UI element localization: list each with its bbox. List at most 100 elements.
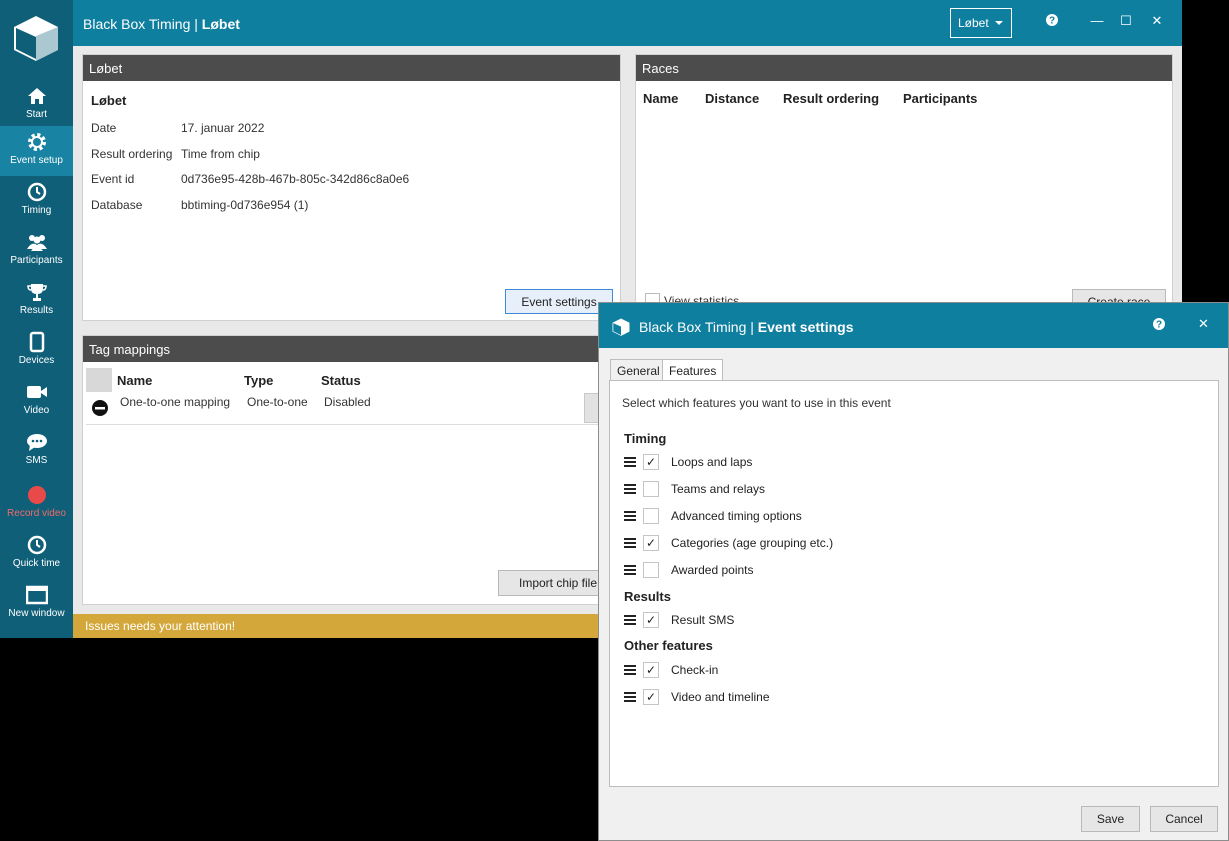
nav-timing[interactable]: Timing (0, 176, 73, 226)
users-icon (26, 235, 47, 251)
help-icon: ? (1046, 14, 1058, 27)
drag-handle-icon[interactable] (624, 615, 636, 625)
window-icon (25, 585, 48, 605)
tag-mappings-panel: Tag mappings Name Type Status One-to-one… (82, 335, 621, 605)
mapping-status: Disabled (324, 395, 371, 409)
drag-handle-icon[interactable] (624, 692, 636, 702)
drag-handle-icon[interactable] (624, 457, 636, 467)
nav-quick-time[interactable]: Quick time (0, 529, 73, 579)
section-other-features: Other features (624, 638, 713, 653)
gear-icon (27, 133, 46, 151)
column-type[interactable]: Type (244, 373, 273, 388)
result-ordering-value: Time from chip (181, 147, 260, 161)
drag-handle-icon[interactable] (624, 565, 636, 575)
nav-label: Timing (21, 205, 52, 216)
nav-new-window[interactable]: New window (0, 579, 73, 629)
help-icon: ? (1153, 318, 1165, 331)
dialog-close-button[interactable]: ✕ (1198, 316, 1209, 332)
nav-event-setup[interactable]: Event setup (0, 126, 73, 176)
drag-handle-icon[interactable] (624, 538, 636, 548)
nav-devices[interactable]: Devices (0, 326, 73, 376)
remove-icon[interactable] (91, 399, 109, 417)
drag-handle-icon[interactable] (624, 665, 636, 675)
event-select-value: Løbet (958, 16, 989, 30)
nav-label: SMS (25, 455, 48, 466)
nav-sms[interactable]: SMS (0, 426, 73, 476)
column-distance[interactable]: Distance (705, 91, 759, 106)
save-button[interactable]: Save (1081, 806, 1140, 832)
database-value: bbtiming-0d736e954 (1) (181, 198, 309, 212)
column-result-ordering[interactable]: Result ordering (783, 91, 879, 106)
feature-label: Loops and laps (671, 455, 753, 469)
window-title: Black Box Timing | Løbet (83, 16, 240, 32)
clock-icon (27, 182, 46, 202)
feature-label: Advanced timing options (671, 509, 802, 523)
date-label: Date (91, 121, 117, 135)
nav-record-video[interactable]: Record video (0, 479, 73, 529)
nav-label: Record video (7, 508, 66, 519)
feature-checkbox[interactable]: ✓ (643, 454, 659, 470)
app-logo (612, 318, 630, 336)
nav-video[interactable]: Video (0, 376, 73, 426)
mapping-name: One-to-one mapping (120, 395, 231, 409)
nav-label: Participants (10, 255, 63, 266)
nav-label: New window (8, 608, 65, 619)
event-settings-button[interactable]: Event settings (505, 289, 613, 314)
chat-icon (26, 434, 47, 451)
tab-general[interactable]: General (610, 359, 667, 381)
device-icon (29, 331, 44, 353)
nav-label: Quick time (12, 558, 61, 569)
svg-text:?: ? (1049, 16, 1055, 27)
tag-mappings-header: Tag mappings (83, 336, 620, 362)
event-panel-header: Løbet (83, 55, 620, 81)
event-id-value: 0d736e95-428b-467b-805c-342d86c8a0e6 (181, 172, 410, 186)
nav-results[interactable]: Results (0, 276, 73, 326)
maximize-button[interactable]: ☐ (1116, 13, 1136, 33)
feature-label: Check-in (671, 663, 719, 677)
races-panel: Races Name Distance Result ordering Part… (635, 54, 1173, 321)
section-timing: Timing (624, 431, 667, 446)
nav-start[interactable]: Start (0, 80, 73, 130)
feature-label: Teams and relays (671, 482, 766, 496)
minimize-button[interactable]: — (1087, 13, 1107, 33)
section-results: Results (624, 589, 671, 604)
feature-label: Categories (age grouping etc.) (671, 536, 834, 550)
feature-label: Video and timeline (671, 690, 770, 704)
feature-checkbox[interactable] (643, 481, 659, 497)
table-row[interactable]: One-to-one mapping One-to-one Disabled (86, 393, 616, 425)
dialog-help-button[interactable]: ? (1152, 317, 1166, 334)
races-panel-header: Races (636, 55, 1172, 81)
row-header-cell (86, 368, 112, 392)
record-icon (27, 486, 46, 504)
mapping-type: One-to-one (247, 395, 308, 409)
column-status[interactable]: Status (321, 373, 361, 388)
feature-checkbox[interactable] (643, 562, 659, 578)
video-icon (26, 386, 47, 398)
feature-checkbox[interactable] (643, 508, 659, 524)
feature-checkbox[interactable]: ✓ (643, 662, 659, 678)
nav-label: Video (23, 405, 50, 416)
help-button[interactable]: ? (1042, 13, 1062, 33)
dialog-title-bar: Black Box Timing | Event settings ? ✕ (599, 303, 1228, 348)
tab-features[interactable]: Features (662, 359, 724, 382)
column-name[interactable]: Name (643, 91, 678, 106)
features-panel: Select which features you want to use in… (609, 380, 1219, 787)
home-icon (27, 88, 46, 104)
column-name[interactable]: Name (117, 373, 152, 388)
event-select[interactable]: Løbet (950, 8, 1012, 38)
result-ordering-label: Result ordering (91, 147, 173, 161)
drag-handle-icon[interactable] (624, 511, 636, 521)
feature-checkbox[interactable]: ✓ (643, 689, 659, 705)
close-button[interactable]: ✕ (1147, 13, 1167, 33)
cancel-button[interactable]: Cancel (1150, 806, 1218, 832)
trophy-icon (26, 284, 47, 301)
event-panel: Løbet Løbet Date 17. januar 2022 Result … (82, 54, 621, 321)
feature-checkbox[interactable]: ✓ (643, 535, 659, 551)
chevron-down-icon (995, 21, 1003, 25)
feature-checkbox[interactable]: ✓ (643, 612, 659, 628)
column-participants[interactable]: Participants (903, 91, 977, 106)
drag-handle-icon[interactable] (624, 484, 636, 494)
features-intro: Select which features you want to use in… (622, 396, 891, 410)
nav-participants[interactable]: Participants (0, 226, 73, 276)
nav-label: Results (19, 305, 54, 316)
